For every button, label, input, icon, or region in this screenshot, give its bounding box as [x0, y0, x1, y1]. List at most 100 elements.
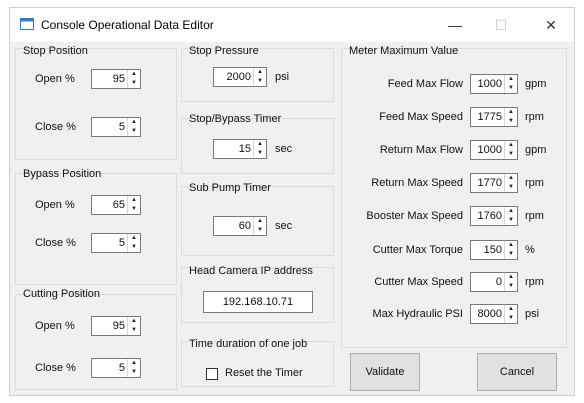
window-title: Console Operational Data Editor — [41, 18, 214, 32]
reset-timer-label[interactable]: Reset the Timer — [225, 367, 303, 379]
cutting-open-value: 95 — [112, 320, 125, 332]
spin-up-icon[interactable]: ▲ — [505, 141, 517, 150]
cutter-max-torque-stepper[interactable]: 150 ▲ ▼ — [470, 240, 518, 260]
spin-up-icon[interactable]: ▲ — [505, 174, 517, 183]
max-hydraulic-psi-value: 8000 — [477, 308, 502, 320]
stop-close-value: 5 — [118, 121, 125, 133]
return-max-flow-value: 1000 — [477, 144, 502, 156]
spin-down-icon[interactable]: ▼ — [505, 117, 517, 126]
spin-up-icon[interactable]: ▲ — [505, 241, 517, 250]
spin-up-icon[interactable]: ▲ — [128, 317, 140, 326]
reset-timer-checkbox[interactable] — [206, 368, 218, 380]
stop-close-label: Close % — [35, 121, 76, 133]
spin-up-icon[interactable]: ▲ — [505, 108, 517, 117]
stop-open-value: 95 — [112, 73, 125, 85]
cutter-max-speed-stepper[interactable]: 0 ▲ ▼ — [470, 272, 518, 292]
spin-up-icon[interactable]: ▲ — [128, 234, 140, 243]
cutter-max-torque-value: 150 — [483, 244, 502, 256]
feed-max-speed-unit: rpm — [525, 111, 544, 123]
maximize-button[interactable]: ☐ — [478, 8, 524, 42]
feed-max-flow-value: 1000 — [477, 78, 502, 90]
spin-up-icon[interactable]: ▲ — [128, 196, 140, 205]
booster-max-speed-unit: rpm — [525, 210, 544, 222]
spin-down-icon[interactable]: ▼ — [128, 127, 140, 136]
cutting-position-title: Cutting Position — [23, 288, 101, 300]
spin-down-icon[interactable]: ▼ — [128, 205, 140, 214]
sub-pump-timer-stepper[interactable]: 60 ▲ ▼ — [213, 216, 267, 236]
max-hydraulic-psi-stepper[interactable]: 8000 ▲ ▼ — [470, 304, 518, 324]
spin-up-icon[interactable]: ▲ — [505, 305, 517, 314]
stop-bypass-timer-stepper[interactable]: 15 ▲ ▼ — [213, 139, 267, 159]
sub-pump-timer-value: 60 — [238, 220, 251, 232]
stop-open-stepper[interactable]: 95 ▲ ▼ — [91, 69, 141, 89]
spin-down-icon[interactable]: ▼ — [254, 226, 266, 235]
cutter-max-speed-label: Cutter Max Speed — [374, 276, 463, 288]
spin-up-icon[interactable]: ▲ — [505, 75, 517, 84]
spin-up-icon[interactable]: ▲ — [254, 68, 266, 77]
bypass-close-stepper[interactable]: 5 ▲ ▼ — [91, 233, 141, 253]
spin-down-icon[interactable]: ▼ — [505, 150, 517, 159]
feed-max-speed-label: Feed Max Speed — [379, 111, 463, 123]
return-max-flow-stepper[interactable]: 1000 ▲ ▼ — [470, 140, 518, 160]
stop-pressure-unit: psi — [275, 71, 290, 83]
close-button[interactable]: ✕ — [528, 8, 574, 42]
spin-down-icon[interactable]: ▼ — [128, 326, 140, 335]
sub-pump-timer-title: Sub Pump Timer — [189, 182, 271, 194]
spin-up-icon[interactable]: ▲ — [505, 273, 517, 282]
spin-down-icon[interactable]: ▼ — [128, 368, 140, 377]
title-bar[interactable]: Console Operational Data Editor — ☐ ✕ — [10, 8, 574, 42]
spin-up-icon[interactable]: ▲ — [128, 359, 140, 368]
bypass-close-value: 5 — [118, 237, 125, 249]
booster-max-speed-stepper[interactable]: 1760 ▲ ▼ — [470, 206, 518, 226]
meter-max-group — [341, 48, 567, 348]
stop-bypass-timer-value: 15 — [238, 143, 251, 155]
stop-bypass-timer-title: Stop/Bypass Timer — [189, 113, 282, 125]
return-max-speed-label: Return Max Speed — [371, 177, 463, 189]
stop-position-group — [15, 48, 177, 160]
spin-down-icon[interactable]: ▼ — [128, 243, 140, 252]
cancel-button[interactable]: Cancel — [477, 353, 557, 391]
spin-down-icon[interactable]: ▼ — [505, 250, 517, 259]
bypass-close-label: Close % — [35, 237, 76, 249]
stop-bypass-timer-unit: sec — [275, 143, 293, 155]
spin-down-icon[interactable]: ▼ — [505, 183, 517, 192]
max-hydraulic-psi-label: Max Hydraulic PSI — [372, 308, 463, 320]
cutter-max-torque-label: Cutter Max Torque — [372, 244, 463, 256]
spin-down-icon[interactable]: ▼ — [505, 282, 517, 291]
return-max-speed-unit: rpm — [525, 177, 544, 189]
cutting-open-label: Open % — [35, 320, 75, 332]
spin-up-icon[interactable]: ▲ — [128, 70, 140, 79]
spin-up-icon[interactable]: ▲ — [254, 140, 266, 149]
feed-max-speed-value: 1775 — [477, 111, 502, 123]
cutting-close-stepper[interactable]: 5 ▲ ▼ — [91, 358, 141, 378]
return-max-speed-stepper[interactable]: 1770 ▲ ▼ — [470, 173, 518, 193]
minimize-button[interactable]: — — [432, 8, 478, 42]
feed-max-flow-stepper[interactable]: 1000 ▲ ▼ — [470, 74, 518, 94]
spin-down-icon[interactable]: ▼ — [505, 216, 517, 225]
spin-down-icon[interactable]: ▼ — [254, 149, 266, 158]
booster-max-speed-value: 1760 — [477, 210, 502, 222]
spin-down-icon[interactable]: ▼ — [505, 314, 517, 323]
stop-pressure-stepper[interactable]: 2000 ▲ ▼ — [213, 67, 267, 87]
camera-ip-input[interactable]: 192.168.10.71 — [203, 291, 313, 313]
return-max-flow-label: Return Max Flow — [379, 144, 463, 156]
cutter-max-speed-unit: rpm — [525, 276, 544, 288]
feed-max-flow-label: Feed Max Flow — [387, 78, 463, 90]
spin-down-icon[interactable]: ▼ — [128, 79, 140, 88]
bypass-open-stepper[interactable]: 65 ▲ ▼ — [91, 195, 141, 215]
feed-max-speed-stepper[interactable]: 1775 ▲ ▼ — [470, 107, 518, 127]
bypass-position-group — [15, 173, 177, 285]
bypass-open-label: Open % — [35, 199, 75, 211]
spin-up-icon[interactable]: ▲ — [505, 207, 517, 216]
booster-max-speed-label: Booster Max Speed — [366, 210, 463, 222]
spin-down-icon[interactable]: ▼ — [505, 84, 517, 93]
spin-up-icon[interactable]: ▲ — [254, 217, 266, 226]
stop-pressure-value: 2000 — [226, 71, 251, 83]
validate-button[interactable]: Validate — [350, 353, 420, 391]
stop-close-stepper[interactable]: 5 ▲ ▼ — [91, 117, 141, 137]
bypass-open-value: 65 — [112, 199, 125, 211]
spin-down-icon[interactable]: ▼ — [254, 77, 266, 86]
spin-up-icon[interactable]: ▲ — [128, 118, 140, 127]
meter-max-title: Meter Maximum Value — [349, 45, 459, 57]
cutting-open-stepper[interactable]: 95 ▲ ▼ — [91, 316, 141, 336]
